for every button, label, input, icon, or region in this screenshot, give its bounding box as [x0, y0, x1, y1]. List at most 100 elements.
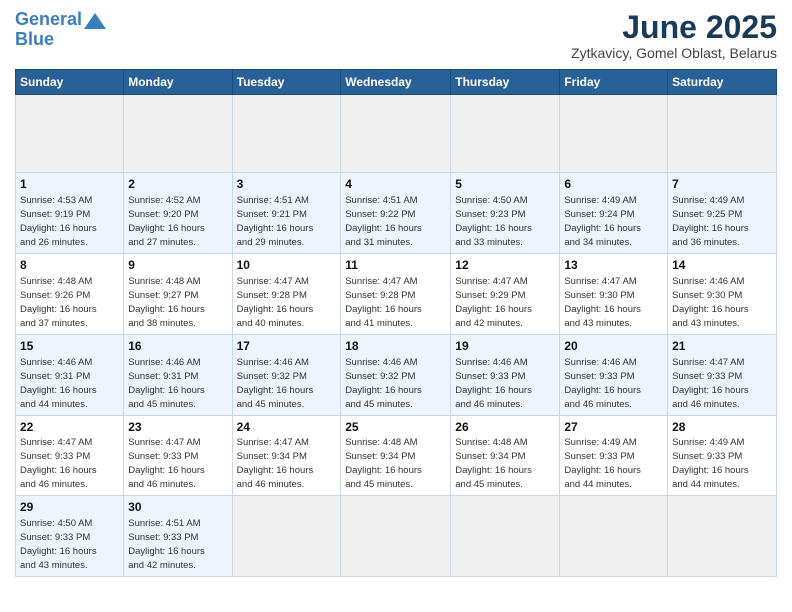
day-number: 25 [345, 419, 446, 436]
day-number: 22 [20, 419, 119, 436]
day-number: 24 [237, 419, 337, 436]
col-header-saturday: Saturday [668, 70, 777, 95]
day-info: Sunrise: 4:53 AM Sunset: 9:19 PM Dayligh… [20, 195, 97, 248]
day-number: 16 [128, 338, 227, 355]
day-cell: 4 Sunrise: 4:51 AM Sunset: 9:22 PM Daylig… [341, 173, 451, 254]
day-info: Sunrise: 4:46 AM Sunset: 9:30 PM Dayligh… [672, 276, 749, 329]
day-info: Sunrise: 4:51 AM Sunset: 9:33 PM Dayligh… [128, 518, 205, 571]
day-cell [668, 496, 777, 577]
day-info: Sunrise: 4:49 AM Sunset: 9:25 PM Dayligh… [672, 195, 749, 248]
day-number: 4 [345, 176, 446, 193]
day-cell: 30 Sunrise: 4:51 AM Sunset: 9:33 PM Dayli… [124, 496, 232, 577]
logo-general: General [15, 9, 82, 29]
day-cell: 28Sunrise: 4:49 AM Sunset: 9:33 PM Dayli… [668, 415, 777, 496]
day-number: 29 [20, 499, 119, 516]
day-cell [232, 496, 341, 577]
day-cell: 8Sunrise: 4:48 AM Sunset: 9:26 PM Daylig… [16, 253, 124, 334]
day-info: Sunrise: 4:47 AM Sunset: 9:33 PM Dayligh… [672, 357, 749, 410]
day-cell [341, 496, 451, 577]
day-number: 23 [128, 419, 227, 436]
calendar-table: SundayMondayTuesdayWednesdayThursdayFrid… [15, 69, 777, 577]
day-info: Sunrise: 4:46 AM Sunset: 9:32 PM Dayligh… [237, 357, 314, 410]
day-info: Sunrise: 4:48 AM Sunset: 9:27 PM Dayligh… [128, 276, 205, 329]
day-cell: 27Sunrise: 4:49 AM Sunset: 9:33 PM Dayli… [560, 415, 668, 496]
day-cell: 2 Sunrise: 4:52 AM Sunset: 9:20 PM Daylig… [124, 173, 232, 254]
day-number: 5 [455, 176, 555, 193]
week-row-3: 15 Sunrise: 4:46 AM Sunset: 9:31 PM Dayli… [16, 334, 777, 415]
day-info: Sunrise: 4:48 AM Sunset: 9:26 PM Dayligh… [20, 276, 97, 329]
week-row-5: 29 Sunrise: 4:50 AM Sunset: 9:33 PM Dayli… [16, 496, 777, 577]
day-number: 10 [237, 257, 337, 274]
location: Zytkavicy, Gomel Oblast, Belarus [571, 45, 777, 61]
day-cell: 6Sunrise: 4:49 AM Sunset: 9:24 PM Daylig… [560, 173, 668, 254]
week-row-0 [16, 95, 777, 173]
title-block: June 2025 Zytkavicy, Gomel Oblast, Belar… [571, 10, 777, 61]
day-info: Sunrise: 4:49 AM Sunset: 9:33 PM Dayligh… [672, 437, 749, 490]
day-info: Sunrise: 4:46 AM Sunset: 9:33 PM Dayligh… [564, 357, 641, 410]
day-cell [124, 95, 232, 173]
header-row: SundayMondayTuesdayWednesdayThursdayFrid… [16, 70, 777, 95]
day-cell [451, 496, 560, 577]
day-info: Sunrise: 4:46 AM Sunset: 9:32 PM Dayligh… [345, 357, 422, 410]
day-info: Sunrise: 4:51 AM Sunset: 9:21 PM Dayligh… [237, 195, 314, 248]
day-info: Sunrise: 4:47 AM Sunset: 9:33 PM Dayligh… [128, 437, 205, 490]
day-info: Sunrise: 4:46 AM Sunset: 9:33 PM Dayligh… [455, 357, 532, 410]
day-info: Sunrise: 4:47 AM Sunset: 9:33 PM Dayligh… [20, 437, 97, 490]
day-cell: 10Sunrise: 4:47 AM Sunset: 9:28 PM Dayli… [232, 253, 341, 334]
day-cell: 11Sunrise: 4:47 AM Sunset: 9:28 PM Dayli… [341, 253, 451, 334]
day-info: Sunrise: 4:48 AM Sunset: 9:34 PM Dayligh… [455, 437, 532, 490]
day-cell: 19 Sunrise: 4:46 AM Sunset: 9:33 PM Dayli… [451, 334, 560, 415]
day-info: Sunrise: 4:47 AM Sunset: 9:29 PM Dayligh… [455, 276, 532, 329]
day-cell: 22Sunrise: 4:47 AM Sunset: 9:33 PM Dayli… [16, 415, 124, 496]
col-header-monday: Monday [124, 70, 232, 95]
day-number: 2 [128, 176, 227, 193]
day-info: Sunrise: 4:50 AM Sunset: 9:33 PM Dayligh… [20, 518, 97, 571]
day-info: Sunrise: 4:49 AM Sunset: 9:24 PM Dayligh… [564, 195, 641, 248]
day-cell [232, 95, 341, 173]
col-header-thursday: Thursday [451, 70, 560, 95]
day-cell [341, 95, 451, 173]
day-number: 14 [672, 257, 772, 274]
day-cell: 12Sunrise: 4:47 AM Sunset: 9:29 PM Dayli… [451, 253, 560, 334]
day-cell: 21 Sunrise: 4:47 AM Sunset: 9:33 PM Dayli… [668, 334, 777, 415]
day-cell: 29 Sunrise: 4:50 AM Sunset: 9:33 PM Dayli… [16, 496, 124, 577]
day-cell: 15 Sunrise: 4:46 AM Sunset: 9:31 PM Dayli… [16, 334, 124, 415]
day-cell: 7Sunrise: 4:49 AM Sunset: 9:25 PM Daylig… [668, 173, 777, 254]
logo-text: General Blue [15, 10, 82, 50]
day-number: 18 [345, 338, 446, 355]
day-cell: 1Sunrise: 4:53 AM Sunset: 9:19 PM Daylig… [16, 173, 124, 254]
day-cell: 25Sunrise: 4:48 AM Sunset: 9:34 PM Dayli… [341, 415, 451, 496]
day-cell: 18 Sunrise: 4:46 AM Sunset: 9:32 PM Dayli… [341, 334, 451, 415]
day-number: 20 [564, 338, 663, 355]
day-cell: 5Sunrise: 4:50 AM Sunset: 9:23 PM Daylig… [451, 173, 560, 254]
day-number: 15 [20, 338, 119, 355]
day-number: 17 [237, 338, 337, 355]
week-row-2: 8Sunrise: 4:48 AM Sunset: 9:26 PM Daylig… [16, 253, 777, 334]
day-info: Sunrise: 4:47 AM Sunset: 9:30 PM Dayligh… [564, 276, 641, 329]
day-info: Sunrise: 4:47 AM Sunset: 9:34 PM Dayligh… [237, 437, 314, 490]
col-header-wednesday: Wednesday [341, 70, 451, 95]
day-info: Sunrise: 4:52 AM Sunset: 9:20 PM Dayligh… [128, 195, 205, 248]
header: General Blue June 2025 Zytkavicy, Gomel … [15, 10, 777, 61]
day-cell [451, 95, 560, 173]
day-number: 9 [128, 257, 227, 274]
logo-blue: Blue [15, 29, 54, 49]
day-number: 27 [564, 419, 663, 436]
day-number: 21 [672, 338, 772, 355]
col-header-tuesday: Tuesday [232, 70, 341, 95]
page: General Blue June 2025 Zytkavicy, Gomel … [0, 0, 792, 612]
day-info: Sunrise: 4:46 AM Sunset: 9:31 PM Dayligh… [20, 357, 97, 410]
logo: General Blue [15, 10, 106, 50]
day-cell [560, 496, 668, 577]
logo-icon [84, 11, 106, 31]
col-header-sunday: Sunday [16, 70, 124, 95]
day-number: 30 [128, 499, 227, 516]
day-number: 19 [455, 338, 555, 355]
day-info: Sunrise: 4:51 AM Sunset: 9:22 PM Dayligh… [345, 195, 422, 248]
day-info: Sunrise: 4:47 AM Sunset: 9:28 PM Dayligh… [345, 276, 422, 329]
month-year: June 2025 [571, 10, 777, 45]
day-number: 26 [455, 419, 555, 436]
day-info: Sunrise: 4:46 AM Sunset: 9:31 PM Dayligh… [128, 357, 205, 410]
day-cell [560, 95, 668, 173]
day-cell: 3Sunrise: 4:51 AM Sunset: 9:21 PM Daylig… [232, 173, 341, 254]
